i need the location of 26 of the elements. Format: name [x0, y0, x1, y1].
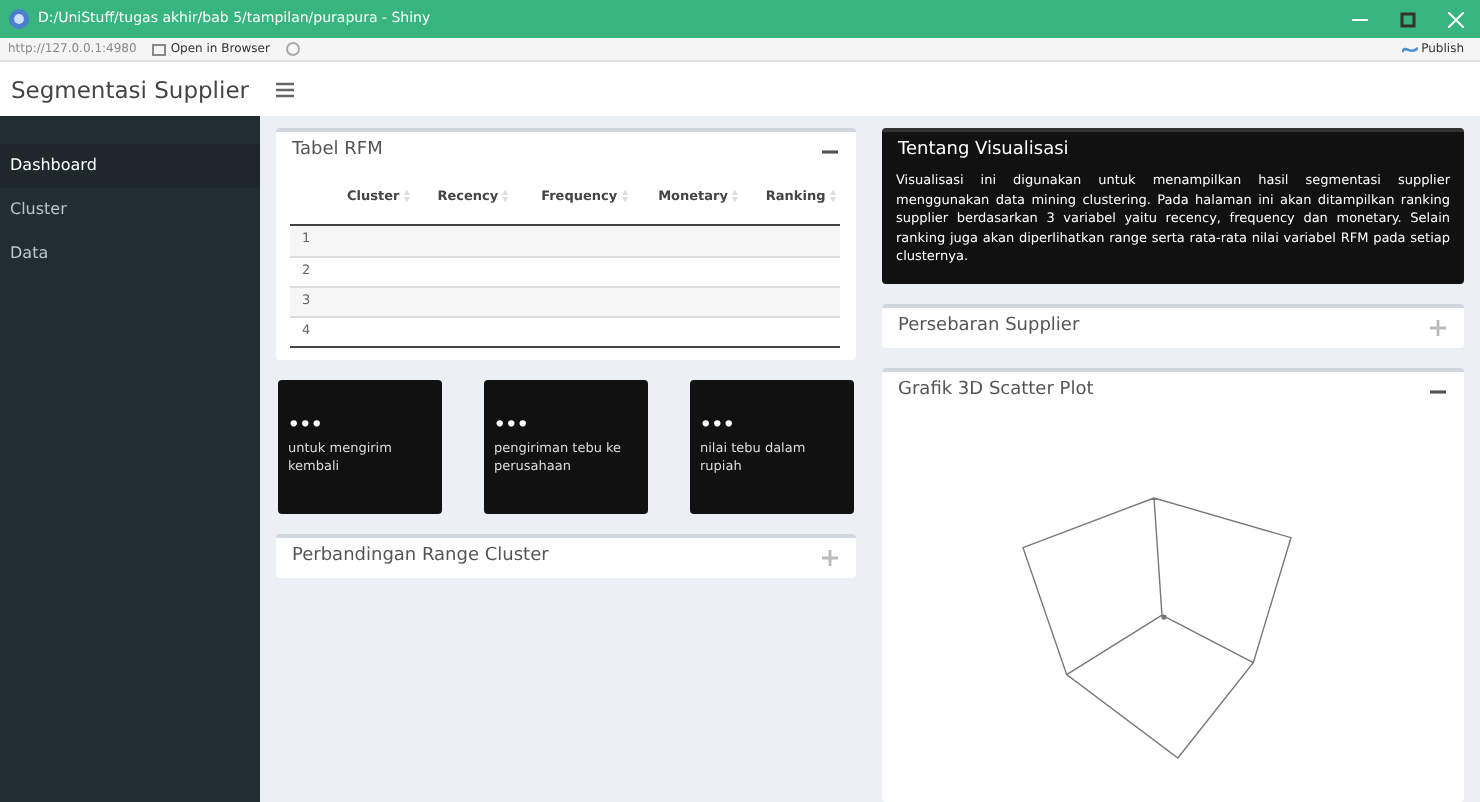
expand-icon[interactable] [820, 547, 840, 567]
sort-icon[interactable] [403, 190, 410, 203]
sort-icon[interactable] [502, 190, 509, 203]
info-value: ••• [700, 413, 737, 437]
box-title: Persebaran Supplier [898, 313, 1080, 340]
sort-icon[interactable] [621, 190, 628, 203]
expand-icon[interactable] [1428, 317, 1448, 337]
sort-icon[interactable] [732, 190, 739, 203]
close-icon[interactable] [1448, 11, 1464, 27]
sidebar-item[interactable]: Dashboard [0, 144, 260, 188]
info-value: ••• [494, 413, 531, 437]
maximize-icon[interactable] [1400, 11, 1416, 27]
sidebar-item[interactable]: Cluster [0, 188, 260, 232]
box-title: Perbandingan Range Cluster [292, 543, 549, 570]
window-icon [152, 43, 167, 55]
box-title: Grafik 3D Scatter Plot [898, 377, 1094, 404]
refresh-icon[interactable] [285, 42, 300, 56]
box-title: Tentang Visualisasi [898, 138, 1069, 165]
info-value: ••• [288, 413, 325, 437]
box-title: Tabel RFM [292, 138, 383, 165]
app-icon [8, 8, 30, 30]
menu-icon[interactable] [276, 81, 296, 97]
brand-title: Segmentasi Supplier [10, 73, 250, 105]
sidebar-item[interactable]: Data [0, 232, 260, 276]
publish-icon [1401, 43, 1418, 55]
sort-icon[interactable] [830, 190, 836, 203]
